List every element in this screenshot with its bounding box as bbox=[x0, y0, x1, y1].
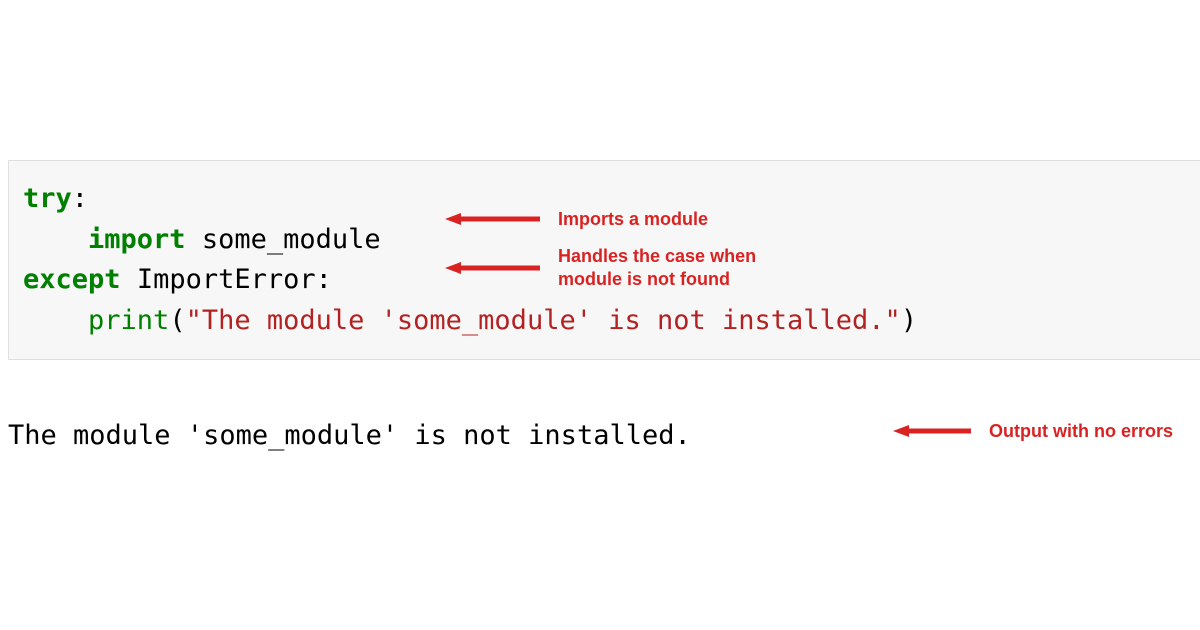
keyword-import: import bbox=[88, 224, 186, 255]
arrow-left-icon bbox=[445, 211, 540, 227]
indent bbox=[23, 224, 88, 255]
annotation-label: Handles the case whenmodule is not found bbox=[558, 245, 756, 290]
paren-open: ( bbox=[169, 305, 185, 336]
space bbox=[186, 224, 202, 255]
annotation-label: Imports a module bbox=[558, 208, 708, 231]
space bbox=[121, 264, 137, 295]
string-literal: "The module 'some_module' is not install… bbox=[186, 305, 901, 336]
arrow-left-icon bbox=[893, 423, 971, 439]
indent bbox=[23, 305, 88, 336]
annotation-handles: Handles the case whenmodule is not found bbox=[445, 245, 756, 290]
arrow-left-icon bbox=[445, 260, 540, 276]
colon: : bbox=[316, 264, 332, 295]
colon: : bbox=[72, 183, 88, 214]
output-text: The module 'some_module' is not installe… bbox=[8, 420, 691, 451]
annotation-label: Output with no errors bbox=[989, 420, 1173, 443]
annotation-imports: Imports a module bbox=[445, 208, 708, 231]
annotation-output: Output with no errors bbox=[893, 420, 1173, 443]
keyword-except: except bbox=[23, 264, 121, 295]
keyword-try: try bbox=[23, 183, 72, 214]
paren-close: ) bbox=[901, 305, 917, 336]
exception-name: ImportError bbox=[137, 264, 316, 295]
module-name: some_module bbox=[202, 224, 381, 255]
builtin-print: print bbox=[88, 305, 169, 336]
